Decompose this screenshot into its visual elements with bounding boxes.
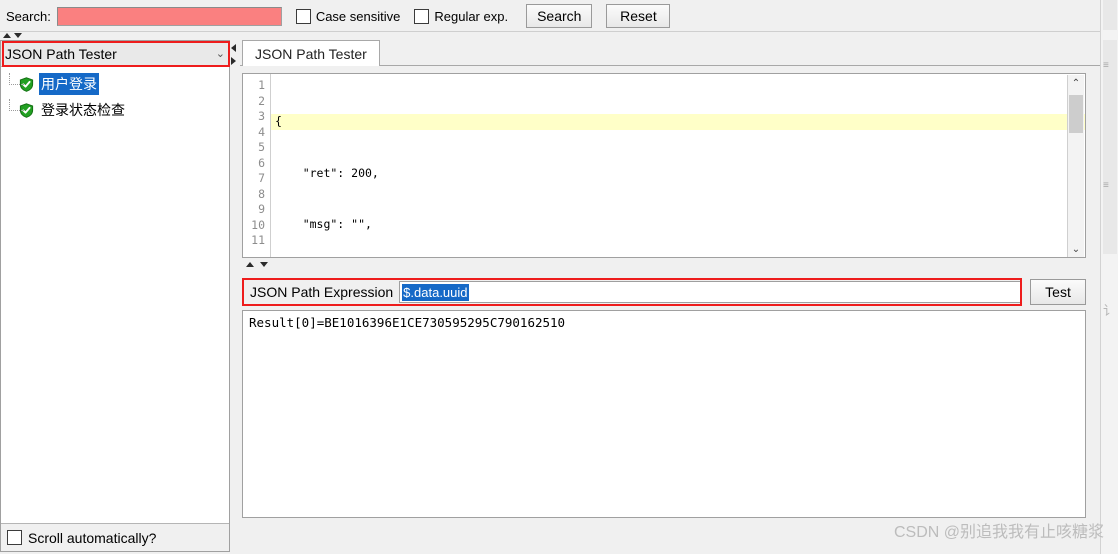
case-sensitive-checkbox-wrap[interactable]: Case sensitive	[295, 8, 401, 24]
scroll-automatically-checkbox[interactable]	[7, 530, 22, 545]
search-toolbar: Search: Case sensitive Regular exp. Sear…	[0, 0, 1100, 32]
csdn-watermark: CSDN @别追我我有止咳糖浆	[893, 524, 1104, 541]
splitter-down-arrow-icon[interactable]	[14, 33, 22, 38]
toolbar-divider	[0, 31, 1100, 32]
code-line: "ret": 200,	[275, 165, 379, 180]
application-window: Search: Case sensitive Regular exp. Sear…	[0, 0, 1118, 554]
vertical-splitter[interactable]	[230, 40, 240, 552]
scroll-up-icon[interactable]: ⌃	[1068, 75, 1084, 92]
tree-elbow-line	[9, 99, 24, 111]
json-path-expression-label: JSON Path Expression	[250, 284, 394, 300]
toolbar-splitter-arrows[interactable]	[3, 33, 22, 38]
line-number: 4	[258, 124, 265, 139]
tree-item-user-login[interactable]: 用户登录	[1, 73, 229, 95]
horizontal-splitter-arrows[interactable]	[246, 262, 268, 267]
line-number: 11	[251, 233, 265, 247]
line-number: 8	[258, 186, 265, 201]
json-editor-text[interactable]: { "ret": 200, "msg": "", "data": { "role…	[271, 74, 1085, 257]
case-sensitive-checkbox[interactable]	[295, 8, 311, 24]
tree-panel-title: JSON Path Tester	[5, 45, 117, 62]
json-path-expression-row: JSON Path Expression $.data.uuid Test	[242, 278, 1086, 306]
tab-bar: JSON Path Tester	[240, 40, 1100, 66]
search-button[interactable]: Search	[526, 4, 593, 28]
json-path-expression-value: $.data.uuid	[402, 283, 469, 301]
line-number: 6	[258, 155, 265, 170]
scroll-down-icon[interactable]: ⌄	[1068, 241, 1084, 257]
background-strip	[1103, 40, 1117, 254]
regular-exp-checkbox-wrap[interactable]: Regular exp.	[414, 8, 509, 24]
result-output-area[interactable]: Result[0]=BE1016396E1CE730595295C7901625…	[242, 310, 1086, 518]
background-glyph: ≡	[1103, 60, 1109, 71]
tree-item-login-status-check[interactable]: 登录状态检查	[1, 99, 229, 121]
result-line: Result[0]=BE1016396E1CE730595295C7901625…	[249, 315, 566, 330]
line-number: 2	[258, 93, 265, 108]
background-glyph: 讠	[1103, 303, 1117, 318]
splitter-right-arrow-icon[interactable]	[231, 57, 236, 65]
test-button[interactable]: Test	[1030, 279, 1086, 305]
horizontal-splitter[interactable]	[242, 260, 1086, 272]
scroll-automatically-row[interactable]: Scroll automatically?	[1, 523, 229, 551]
regular-exp-checkbox[interactable]	[414, 8, 430, 24]
json-path-expression-input[interactable]: $.data.uuid	[399, 281, 1020, 303]
line-number: 9	[258, 202, 265, 216]
tree-elbow-line	[9, 73, 24, 85]
line-number: 1	[258, 78, 265, 92]
json-path-expression-highlight-box: JSON Path Expression $.data.uuid	[242, 278, 1022, 306]
line-number: 7	[258, 171, 265, 185]
background-window-sliver: ≡ ≡ 讠	[1100, 0, 1118, 554]
case-sensitive-label: Case sensitive	[315, 8, 401, 24]
main-panel: JSON Path Tester 1 2 3 4 5 6 7 8 9 10 11…	[240, 40, 1100, 552]
background-strip	[1103, 0, 1117, 30]
vertical-splitter-arrows[interactable]	[231, 44, 236, 65]
code-line: {	[271, 114, 1085, 130]
chevron-down-icon[interactable]: ⌄	[216, 47, 225, 60]
regular-exp-label: Regular exp.	[434, 8, 509, 24]
splitter-up-arrow-icon[interactable]	[246, 262, 254, 267]
search-label: Search:	[6, 8, 51, 24]
tree-panel: JSON Path Tester ⌄ 用户登录 登录状态检查 Scroll au…	[0, 40, 231, 552]
editor-vertical-scrollbar[interactable]: ⌃ ⌄	[1067, 75, 1084, 257]
tree-panel-header[interactable]: JSON Path Tester ⌄	[1, 41, 231, 67]
line-number: 3	[258, 109, 265, 123]
background-glyph: ≡	[1103, 180, 1109, 191]
scrollbar-thumb[interactable]	[1069, 95, 1083, 133]
scroll-automatically-label: Scroll automatically?	[28, 529, 157, 546]
tree-item-label: 用户登录	[39, 73, 99, 95]
tree-item-label: 登录状态检查	[41, 102, 125, 118]
tab-json-path-tester[interactable]: JSON Path Tester	[242, 40, 380, 66]
line-number: 10	[251, 217, 265, 232]
splitter-down-arrow-icon[interactable]	[260, 262, 268, 267]
line-number: 5	[258, 140, 265, 154]
splitter-left-arrow-icon[interactable]	[231, 44, 236, 52]
splitter-up-arrow-icon[interactable]	[3, 33, 11, 38]
reset-button[interactable]: Reset	[606, 4, 671, 28]
code-line: "msg": "",	[275, 217, 372, 231]
line-number-gutter: 1 2 3 4 5 6 7 8 9 10 11	[243, 74, 271, 257]
json-editor[interactable]: 1 2 3 4 5 6 7 8 9 10 11 { "ret": 200, "m…	[242, 73, 1086, 258]
tree-body: 用户登录 登录状态检查	[1, 67, 229, 525]
search-input[interactable]	[56, 6, 282, 26]
